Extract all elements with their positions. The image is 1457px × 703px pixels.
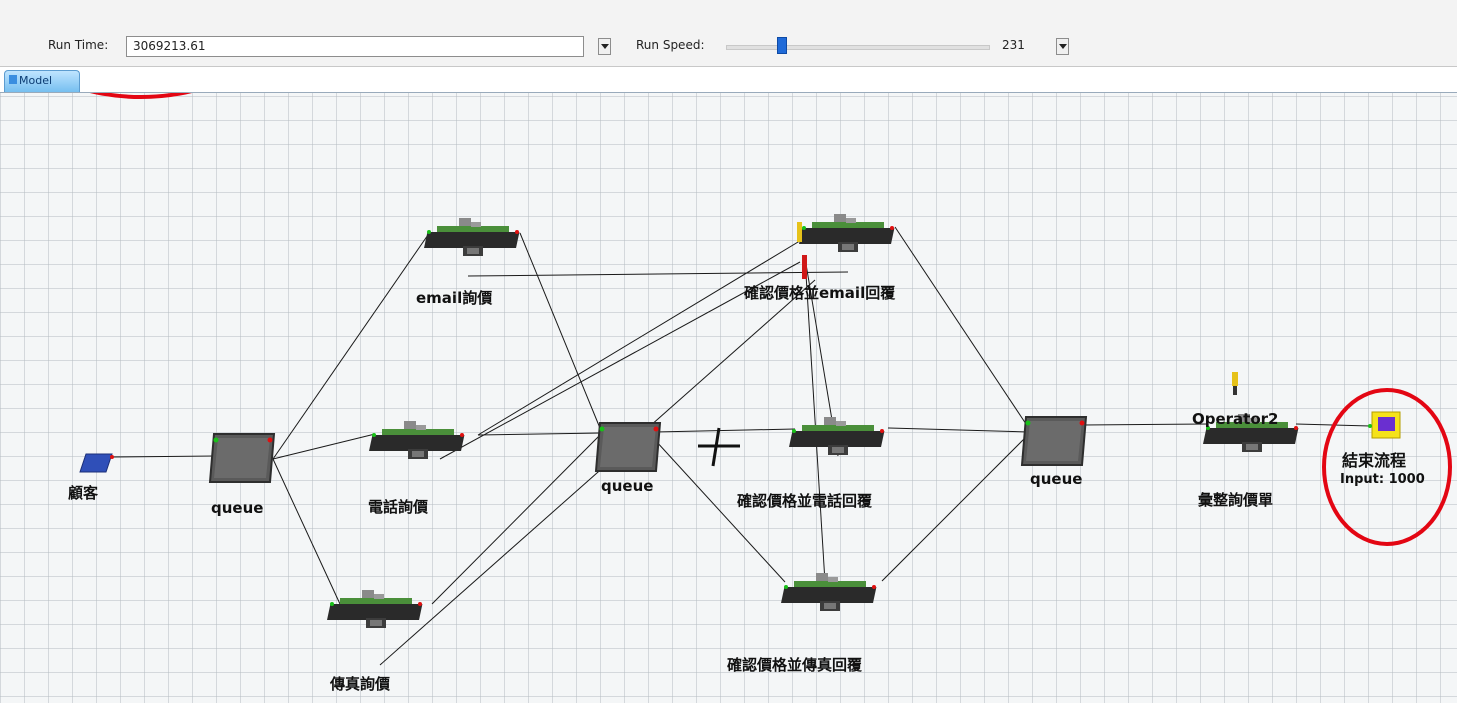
run-speed-dropdown-button[interactable]	[1056, 38, 1069, 55]
model-tab-icon	[9, 75, 17, 84]
queue-2-label: queue	[601, 477, 653, 495]
chevron-down-icon	[600, 44, 609, 49]
toolbar: Run Time: 3069213.61 Run Speed: 231	[0, 0, 1457, 67]
queue-2[interactable]	[595, 422, 661, 472]
operator-2-label: Operator2	[1192, 410, 1279, 428]
chevron-down-icon	[1058, 44, 1067, 49]
confirm-phone-label: 確認價格並電話回覆	[736, 492, 873, 510]
tab-model-label: Model	[19, 74, 53, 87]
run-speed-value: 231	[1002, 38, 1025, 52]
grid-floor	[0, 93, 1457, 703]
run-time-label: Run Time:	[48, 38, 109, 52]
run-speed-label: Run Speed:	[636, 38, 705, 52]
confirm-email-label: 確認價格並email回覆	[743, 284, 896, 302]
run-speed-slider-thumb[interactable]	[777, 37, 787, 54]
queue-3-label: queue	[1030, 470, 1082, 488]
confirm-fax-label: 確認價格並傳真回覆	[726, 656, 863, 674]
source-label: 顧客	[68, 484, 99, 502]
sink-end-process[interactable]	[1368, 411, 1401, 439]
run-time-field[interactable]: 3069213.61	[126, 36, 584, 57]
sink-input-count: Input: 1000	[1340, 472, 1425, 487]
queue-1-label: queue	[211, 499, 263, 517]
compile-quote-label: 彙整詢價單	[1197, 491, 1273, 509]
tab-model[interactable]: Model	[4, 70, 80, 92]
run-speed-slider[interactable]	[726, 45, 990, 50]
run-time-dropdown-button[interactable]	[598, 38, 611, 55]
fax-quote-label: 傳真詢價	[329, 675, 391, 693]
model-3d-view[interactable]: 顧客 queue queue queue email詢價 電話詢價 傳真詢價 確…	[0, 93, 1457, 703]
phone-quote-label: 電話詢價	[368, 498, 429, 516]
queue-1[interactable]	[209, 433, 275, 483]
queue-3[interactable]	[1021, 416, 1087, 466]
email-quote-label: email詢價	[416, 289, 493, 307]
sink-label: 結束流程	[1342, 451, 1406, 470]
